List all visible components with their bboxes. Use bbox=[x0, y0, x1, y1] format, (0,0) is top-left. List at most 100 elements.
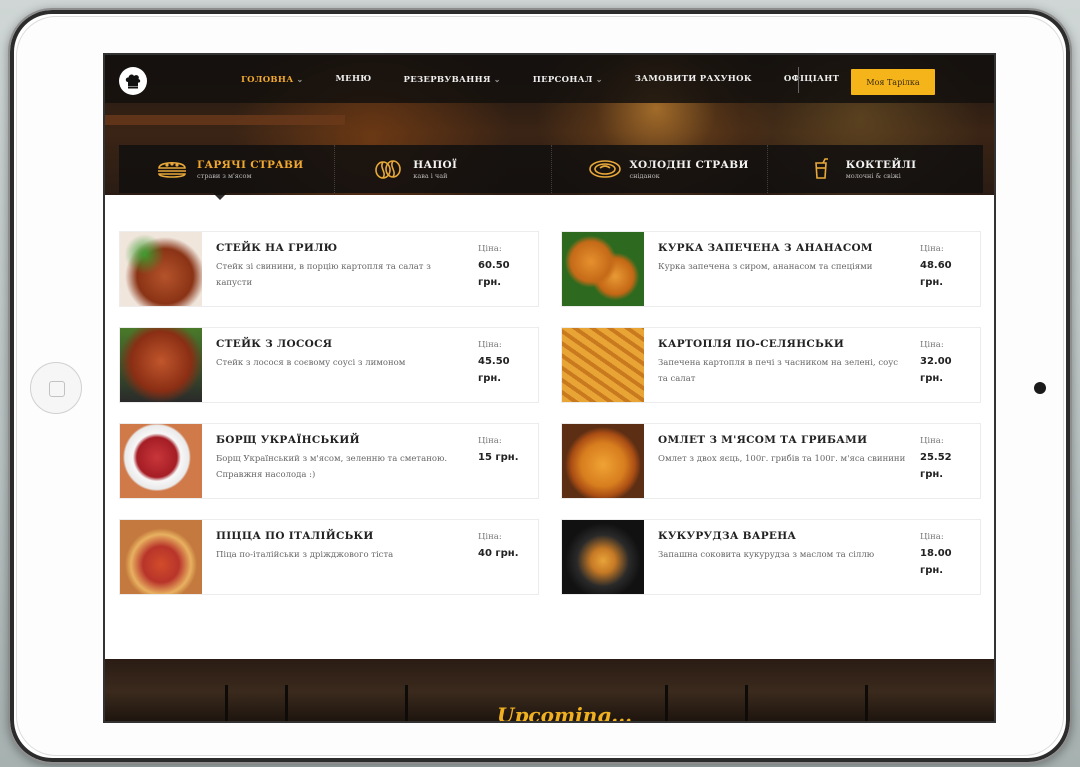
category-cocktails[interactable]: КОКТЕЙЛІ молочні & свіжі bbox=[768, 145, 983, 193]
cocktail-icon bbox=[804, 158, 838, 180]
price-currency: грн. bbox=[920, 277, 944, 288]
menu-item-description: Омлет з двох яєць, 100г. грибів та 100г.… bbox=[658, 454, 906, 464]
chair-silhouette bbox=[285, 685, 288, 721]
menu-item-card[interactable]: БОРЩ УКРАЇНСЬКИЙ Борщ Український з м'яс… bbox=[119, 423, 539, 499]
price-box: Ціна: 40 грн. bbox=[478, 532, 526, 562]
menu-item-description: Стейк з лосося в соєвому соусі з лимоном bbox=[216, 358, 406, 368]
chair-silhouette bbox=[225, 685, 228, 721]
tablet-home-button[interactable] bbox=[30, 362, 82, 414]
price-currency: грн. bbox=[478, 277, 502, 288]
category-subtitle: молочні & свіжі bbox=[845, 171, 901, 180]
price-label: Ціна: bbox=[478, 340, 502, 350]
price-currency: грн. bbox=[920, 373, 944, 384]
nav-item-label: ПЕРСОНАЛ bbox=[532, 74, 593, 85]
screen: ГОЛОВНА ⌄ МЕНЮ РЕЗЕРВУВАННЯ ⌄ ПЕРСОНАЛ ⌄ ЗА… bbox=[103, 53, 996, 723]
food-image-chicken bbox=[562, 232, 644, 306]
price-label: Ціна: bbox=[920, 436, 944, 446]
price-box: Ціна: 25.52 грн. bbox=[920, 436, 968, 483]
food-image-salmon bbox=[120, 328, 202, 402]
food-image-pizza bbox=[120, 520, 202, 594]
price-box: Ціна: 60.50 грн. bbox=[478, 244, 526, 291]
nav-item-label: ЗАМОВИТИ РАХУНОК bbox=[634, 74, 752, 84]
menu-item-card[interactable]: СТЕЙК НА ГРИЛЮ Стейк зі свинини, в порці… bbox=[119, 231, 539, 307]
menu-item-description: Курка запечена з сиром, ананасом та спец… bbox=[658, 262, 873, 272]
price-value: 18.00 bbox=[920, 548, 952, 559]
hero-background: ГОЛОВНА ⌄ МЕНЮ РЕЗЕРВУВАННЯ ⌄ ПЕРСОНАЛ ⌄ ЗА… bbox=[105, 55, 994, 200]
nav-item-reservation[interactable]: РЕЗЕРВУВАННЯ ⌄ bbox=[404, 74, 501, 85]
coffee-beans-icon bbox=[371, 158, 405, 180]
price-value: 32.00 bbox=[920, 356, 952, 367]
menu-item-card[interactable]: ПІЦЦА ПО ІТАЛІЙСЬКИ Піца по-італійськи з… bbox=[119, 519, 539, 595]
price-box: Ціна: 15 грн. bbox=[478, 436, 526, 466]
footer-script-text: Upcoming... bbox=[497, 703, 633, 723]
nav-item-label: МЕНЮ bbox=[335, 74, 372, 84]
category-hot-dishes[interactable]: ГАРЯЧІ СТРАВИ страви з м'ясом bbox=[119, 145, 336, 200]
category-title: КОКТЕЙЛІ bbox=[845, 158, 917, 171]
price-value: 48.60 bbox=[920, 260, 952, 271]
menu-item-description: Борщ Український з м'ясом, зеленню та см… bbox=[216, 454, 448, 480]
menu-item-card[interactable]: КУРКА ЗАПЕЧЕНА З АНАНАСОМ Курка запечена… bbox=[561, 231, 981, 307]
menu-item-card[interactable]: ОМЛЕТ З М'ЯСОМ ТА ГРИБАМИ Омлет з двох я… bbox=[561, 423, 981, 499]
price-box: Ціна: 45.50 грн. bbox=[478, 340, 526, 387]
tablet-camera bbox=[1034, 382, 1046, 394]
nav-item-label: ГОЛОВНА bbox=[241, 74, 294, 85]
price-label: Ціна: bbox=[920, 340, 944, 350]
price-box: Ціна: 32.00 грн. bbox=[920, 340, 968, 387]
price-currency: грн. bbox=[920, 469, 944, 480]
chair-silhouette bbox=[405, 685, 408, 721]
nav-item-menu[interactable]: МЕНЮ bbox=[335, 74, 371, 84]
category-title: НАПОЇ bbox=[413, 158, 458, 171]
nav-item-staff[interactable]: ПЕРСОНАЛ ⌄ bbox=[533, 74, 603, 85]
price-value: 40 bbox=[478, 548, 492, 559]
chevron-down-icon: ⌄ bbox=[493, 73, 501, 84]
chair-silhouette bbox=[865, 685, 868, 721]
price-currency: грн. bbox=[495, 548, 519, 559]
chair-silhouette bbox=[745, 685, 748, 721]
food-image-borsch bbox=[120, 424, 202, 498]
nav-item-order-bill[interactable]: ЗАМОВИТИ РАХУНОК bbox=[635, 74, 752, 84]
nav-item-home[interactable]: ГОЛОВНА ⌄ bbox=[241, 74, 303, 85]
nav-item-waiter[interactable]: ОФІЦІАНТ bbox=[784, 74, 839, 84]
menu-item-card[interactable]: КАРТОПЛЯ ПО-СЕЛЯНСЬКИ Запечена картопля … bbox=[561, 327, 981, 403]
price-currency: грн. bbox=[920, 565, 944, 576]
food-image-omelet bbox=[562, 424, 644, 498]
top-navbar: ГОЛОВНА ⌄ МЕНЮ РЕЗЕРВУВАННЯ ⌄ ПЕРСОНАЛ ⌄ ЗА… bbox=[105, 55, 994, 103]
category-cold-dishes[interactable]: ХОЛОДНІ СТРАВИ сніданок bbox=[552, 145, 768, 193]
price-value: 60.50 bbox=[478, 260, 510, 271]
category-subtitle: кава і чай bbox=[413, 171, 448, 180]
chef-hat-icon[interactable] bbox=[119, 67, 147, 95]
price-currency: грн. bbox=[495, 452, 519, 463]
price-box: Ціна: 18.00 грн. bbox=[920, 532, 968, 579]
nav-links: ГОЛОВНА ⌄ МЕНЮ РЕЗЕРВУВАННЯ ⌄ ПЕРСОНАЛ ⌄ ЗА… bbox=[241, 55, 871, 103]
price-currency: грн. bbox=[478, 373, 502, 384]
category-drinks[interactable]: НАПОЇ кава і чай bbox=[335, 145, 552, 193]
menu-item-description: Запечена картопля в печі з часником на з… bbox=[658, 358, 898, 384]
price-value: 45.50 bbox=[478, 356, 510, 367]
category-bar: ГАРЯЧІ СТРАВИ страви з м'ясом НАПОЇ кава… bbox=[119, 145, 983, 200]
menu-item-description: Запашна соковита кукурудза з маслом та с… bbox=[658, 550, 875, 560]
chevron-down-icon: ⌄ bbox=[296, 73, 304, 84]
menu-item-card[interactable]: СТЕЙК З ЛОСОСЯ Стейк з лосося в соєвому … bbox=[119, 327, 539, 403]
salad-bowl-icon bbox=[588, 158, 622, 180]
category-title: ГАРЯЧІ СТРАВИ bbox=[197, 158, 304, 171]
price-label: Ціна: bbox=[920, 532, 944, 542]
price-label: Ціна: bbox=[478, 244, 502, 254]
food-image-corn bbox=[562, 520, 644, 594]
nav-divider bbox=[798, 67, 799, 93]
price-label: Ціна: bbox=[478, 532, 502, 542]
nav-item-label: РЕЗЕРВУВАННЯ bbox=[403, 74, 491, 85]
food-image-potato bbox=[562, 328, 644, 402]
category-subtitle: сніданок bbox=[629, 171, 660, 180]
price-value: 25.52 bbox=[920, 452, 952, 463]
price-value: 15 bbox=[478, 452, 492, 463]
category-subtitle: страви з м'ясом bbox=[197, 171, 252, 180]
burger-icon bbox=[155, 158, 189, 180]
price-box: Ціна: 48.60 грн. bbox=[920, 244, 968, 291]
price-label: Ціна: bbox=[920, 244, 944, 254]
category-title: ХОЛОДНІ СТРАВИ bbox=[629, 158, 749, 171]
chair-silhouette bbox=[665, 685, 668, 721]
menu-item-card[interactable]: КУКУРУДЗА ВАРЕНА Запашна соковита кукуру… bbox=[561, 519, 981, 595]
chevron-down-icon: ⌄ bbox=[595, 73, 603, 84]
my-plate-button[interactable]: Моя Тарілка bbox=[851, 69, 935, 95]
menu-item-description: Піца по-італійськи з дріжджового тіста bbox=[216, 550, 394, 560]
